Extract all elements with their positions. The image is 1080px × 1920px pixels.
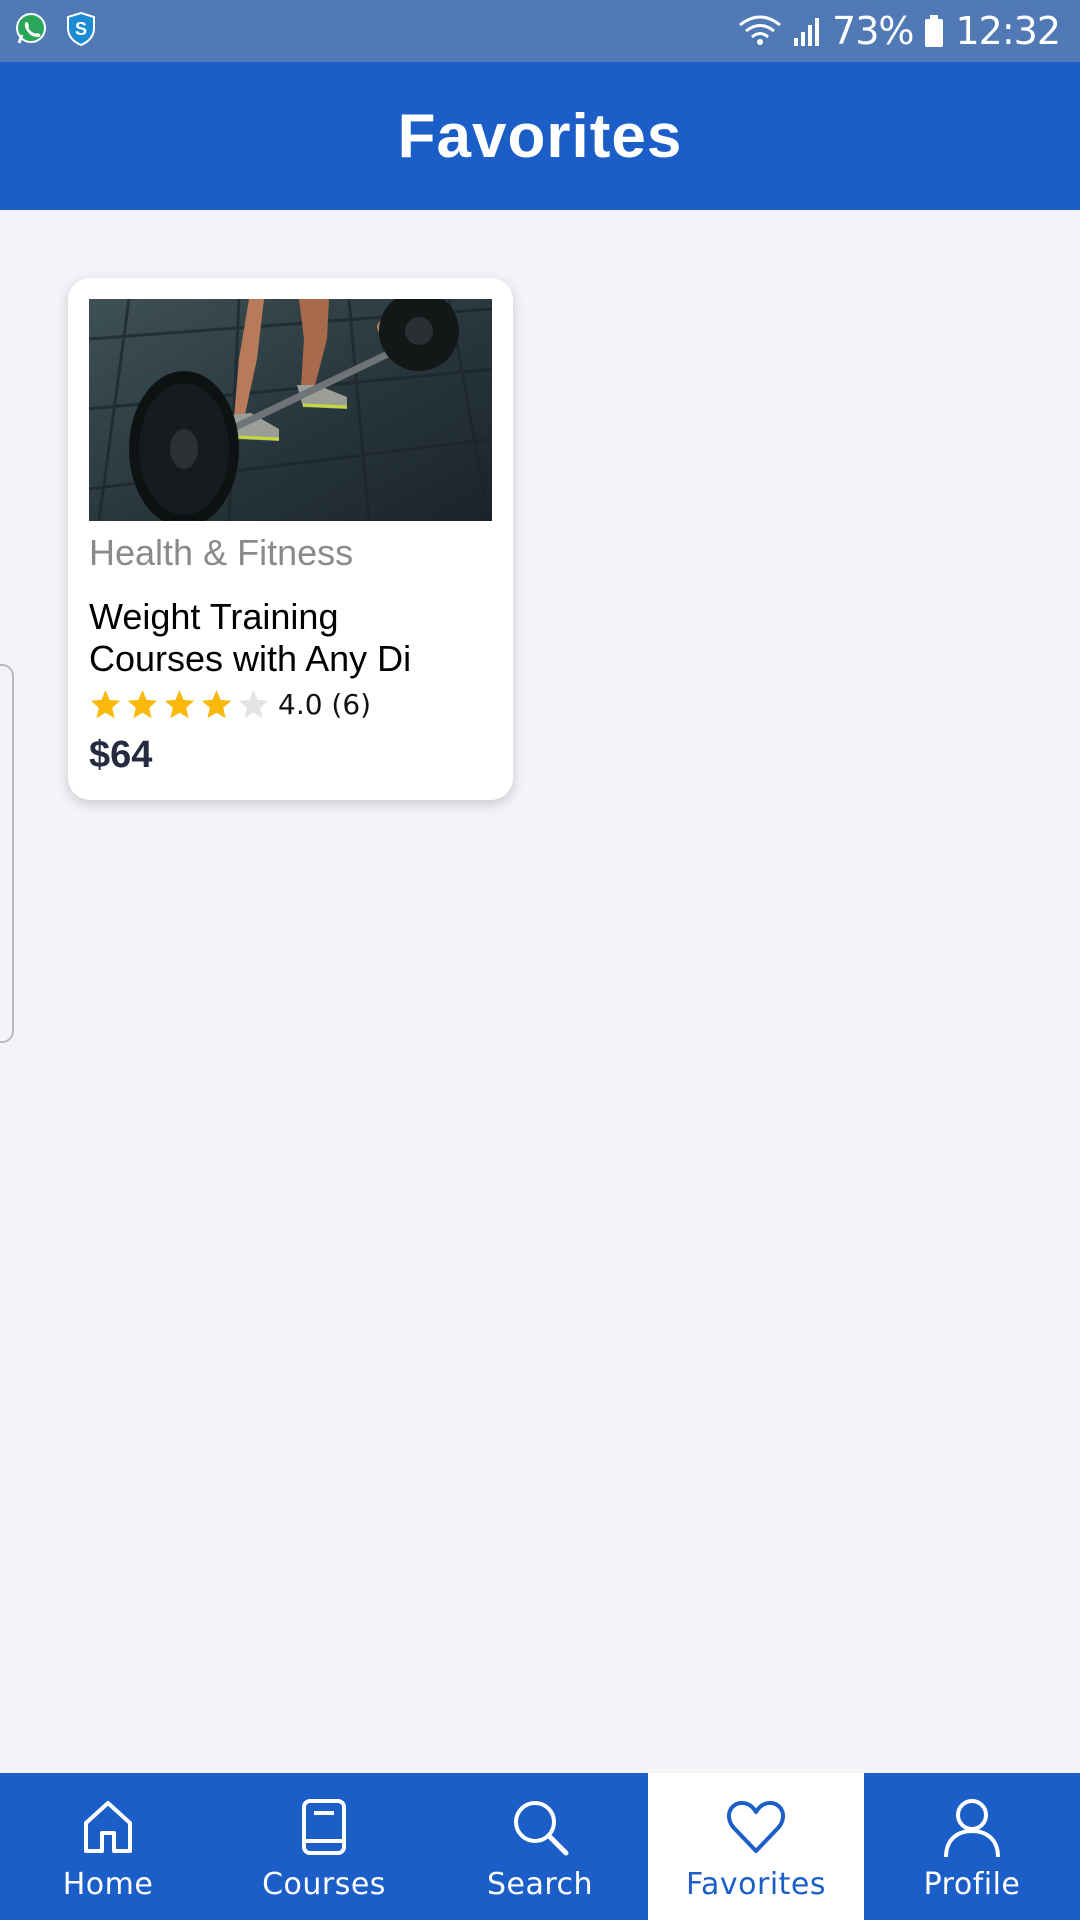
rating-text: 4.0 (6) — [278, 688, 372, 721]
star-filled-icon — [90, 690, 121, 719]
clock: 12:32 — [955, 9, 1061, 53]
edge-panel-handle[interactable] — [0, 664, 14, 1043]
battery-icon — [925, 15, 944, 47]
rating-stars — [89, 688, 270, 721]
wifi-icon — [739, 15, 781, 45]
whatsapp-icon — [14, 12, 48, 46]
course-title-line1: Weight Training — [89, 596, 339, 637]
battery-percent: 73% — [832, 9, 914, 53]
nav-favorites[interactable]: Favorites — [648, 1773, 864, 1920]
star-filled-icon — [201, 690, 232, 719]
nav-profile[interactable]: Profile — [864, 1773, 1080, 1920]
notification-icons: S — [14, 12, 98, 46]
status-bar: S 73% 12:32 — [0, 0, 1080, 62]
page-title: Favorites — [397, 101, 683, 171]
shield-s-icon: S — [64, 12, 98, 46]
app-header: Favorites — [0, 62, 1080, 210]
system-status: 73% 12:32 — [738, 0, 1061, 62]
course-image — [89, 299, 492, 521]
nav-profile-label: Profile — [923, 1867, 1021, 1902]
person-icon — [944, 1799, 1000, 1858]
signal-icon — [794, 18, 820, 46]
nav-search-label: Search — [486, 1867, 594, 1902]
course-card[interactable]: Health & Fitness Weight Training Courses… — [68, 278, 513, 800]
course-title: Weight Training Courses with Any Di — [89, 596, 489, 680]
star-filled-icon — [164, 690, 195, 719]
course-category: Health & Fitness — [89, 532, 354, 573]
nav-home[interactable]: Home — [0, 1773, 216, 1920]
course-rating: 4.0 (6) — [89, 688, 371, 721]
course-price: $64 — [89, 734, 153, 776]
nav-courses[interactable]: Courses — [216, 1773, 432, 1920]
nav-home-label: Home — [62, 1867, 154, 1902]
nav-search[interactable]: Search — [432, 1773, 648, 1920]
book-icon — [302, 1799, 346, 1855]
search-icon — [514, 1801, 569, 1856]
bottom-navigation: Home Courses Search Favorites Profile — [0, 1773, 1080, 1920]
nav-favorites-label: Favorites — [685, 1867, 826, 1902]
svg-text:S: S — [75, 19, 87, 39]
heart-icon — [726, 1801, 786, 1853]
star-filled-icon — [127, 690, 158, 719]
home-icon — [84, 1801, 132, 1853]
star-empty-icon — [238, 690, 269, 719]
nav-courses-label: Courses — [262, 1867, 386, 1902]
course-title-line2: Courses with Any Di — [89, 638, 412, 679]
